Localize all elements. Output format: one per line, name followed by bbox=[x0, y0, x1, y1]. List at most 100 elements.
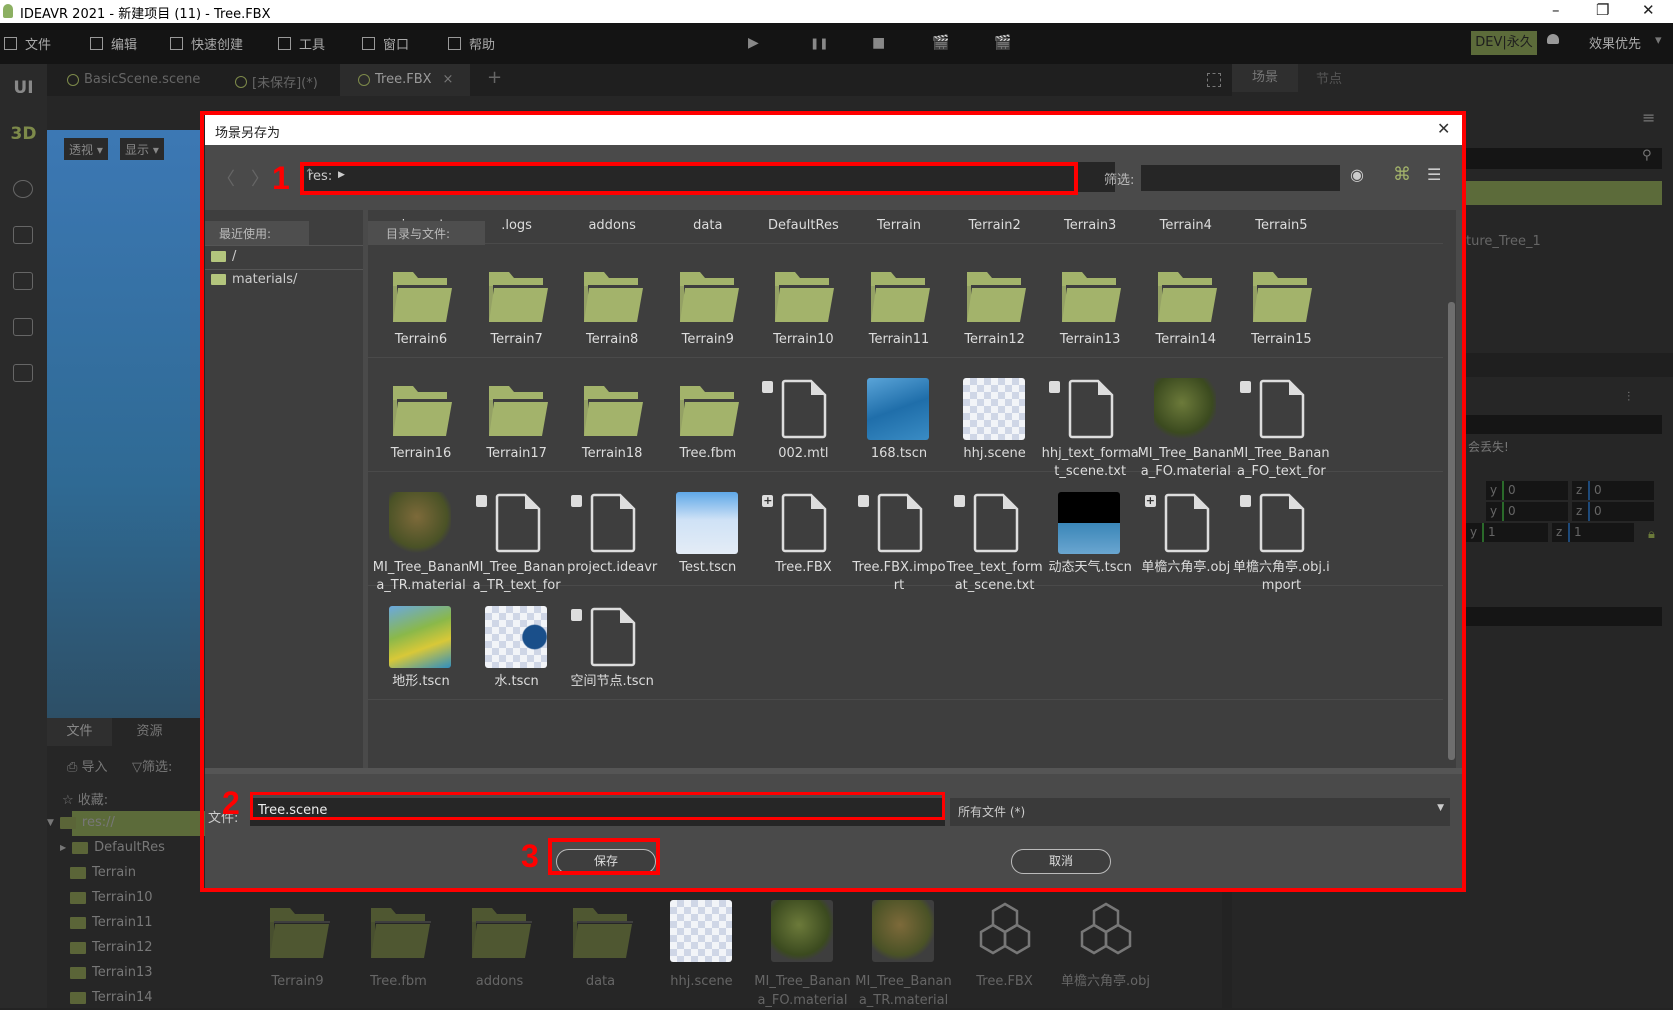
film-button[interactable]: 🎬 bbox=[994, 35, 1011, 51]
tree-item-root[interactable]: ▼ res:// bbox=[47, 815, 115, 830]
grid-view-icon[interactable]: ⌘ bbox=[1393, 164, 1411, 185]
minimize-button[interactable]: – bbox=[1552, 1, 1560, 19]
display-dropdown[interactable]: 显示 ▾ bbox=[120, 138, 164, 160]
file-item[interactable]: 168.tscn bbox=[848, 378, 950, 472]
tree-item[interactable]: Terrain bbox=[70, 865, 136, 880]
tree-item[interactable]: ▶ DefaultRes bbox=[60, 840, 165, 855]
cancel-button[interactable]: 取消 bbox=[1011, 849, 1111, 874]
perspective-dropdown[interactable]: 透视 ▾ bbox=[64, 138, 108, 160]
background-file-item[interactable]: Tree.FBX bbox=[954, 900, 1055, 1000]
file-item[interactable]: 地形.tscn bbox=[370, 606, 472, 700]
inspector-dropdown[interactable] bbox=[1462, 607, 1662, 626]
file-item[interactable]: Terrain2 bbox=[944, 210, 1046, 244]
vector-field[interactable]: y0 bbox=[1486, 502, 1568, 521]
tab-tree-fbx[interactable]: Tree.FBX × bbox=[340, 64, 470, 96]
file-item[interactable]: Terrain17 bbox=[466, 378, 568, 472]
recent-item-root[interactable]: / bbox=[211, 249, 236, 264]
3d-mode-button[interactable]: 3D bbox=[0, 124, 47, 144]
tree-item[interactable]: Terrain12 bbox=[70, 940, 153, 955]
file-item[interactable]: Test.tscn bbox=[657, 492, 759, 586]
file-item[interactable]: Terrain11 bbox=[848, 264, 950, 358]
file-item[interactable]: MI_Tree_Banana_FO.material bbox=[1135, 378, 1237, 479]
film-play-button[interactable]: 🎬 bbox=[932, 35, 949, 51]
file-item[interactable]: + 单檐六角亭.obj bbox=[1135, 492, 1237, 586]
file-item[interactable]: Terrain15 bbox=[1230, 264, 1332, 358]
menu-edit[interactable]: 编辑 bbox=[90, 34, 137, 53]
inspector-search-input[interactable] bbox=[1462, 415, 1662, 434]
filter-button[interactable]: ▽筛选: bbox=[132, 756, 172, 775]
stop-button[interactable]: ■ bbox=[872, 35, 885, 51]
file-item[interactable]: hhj_text_format_scene.txt bbox=[1039, 378, 1141, 479]
file-item[interactable]: hhj.scene bbox=[944, 378, 1046, 472]
tab-resources[interactable]: 资源 bbox=[117, 718, 182, 746]
background-file-item[interactable]: data bbox=[550, 900, 651, 1000]
menu-window[interactable]: 窗口 bbox=[362, 34, 409, 53]
file-item[interactable]: 动态天气.tscn bbox=[1039, 492, 1141, 586]
pause-button[interactable]: ❚❚ bbox=[810, 37, 828, 50]
eye-icon[interactable]: ◉ bbox=[1350, 165, 1364, 184]
quality-dropdown[interactable]: 效果优先 bbox=[1589, 33, 1641, 52]
chevron-down-icon[interactable]: ▾ bbox=[1655, 33, 1662, 48]
vertical-scrollbar[interactable] bbox=[1448, 302, 1455, 760]
forward-button[interactable]: 〉 bbox=[251, 165, 269, 191]
filter-input[interactable] bbox=[1141, 165, 1340, 191]
tab-scene[interactable]: 场景 bbox=[1232, 64, 1298, 92]
filetype-dropdown[interactable]: 所有文件 (*) ▼ bbox=[950, 798, 1450, 826]
share-icon[interactable] bbox=[13, 318, 33, 336]
recent-item-materials[interactable]: materials/ bbox=[211, 272, 297, 287]
tree-item[interactable]: Terrain14 bbox=[70, 990, 153, 1005]
focus-icon[interactable] bbox=[1207, 73, 1221, 87]
menu-file[interactable]: 文件 bbox=[4, 34, 51, 53]
file-item[interactable]: + Tree.FBX bbox=[752, 492, 854, 586]
node-label[interactable]: ture_Tree_1 bbox=[1466, 234, 1541, 249]
import-button[interactable]: ⎙ 导入 bbox=[67, 756, 108, 775]
menu-help[interactable]: 帮助 bbox=[448, 34, 495, 53]
tree-item[interactable]: Terrain13 bbox=[70, 965, 153, 980]
background-file-item[interactable]: 单檐六角亭.obj bbox=[1055, 900, 1156, 1000]
menu-quick-create[interactable]: 快速创建 bbox=[170, 34, 243, 53]
file-item[interactable]: Terrain8 bbox=[561, 264, 663, 358]
scene-search-input[interactable] bbox=[1462, 148, 1662, 169]
vector-field[interactable]: y0 bbox=[1486, 481, 1568, 500]
file-item[interactable]: 空间节点.tscn bbox=[561, 606, 663, 700]
maximize-button[interactable]: ❐ bbox=[1596, 1, 1609, 19]
background-file-item[interactable]: MI_Tree_Banana_FO.material bbox=[752, 900, 853, 1008]
tab-files[interactable]: 文件 bbox=[47, 718, 112, 746]
file-item[interactable]: Terrain16 bbox=[370, 378, 472, 472]
file-item[interactable]: Terrain14 bbox=[1135, 264, 1237, 358]
file-item[interactable]: Tree.FBX.import bbox=[848, 492, 950, 593]
file-item[interactable]: MI_Tree_Banana_TR_text_for bbox=[466, 492, 568, 593]
file-item[interactable]: Terrain9 bbox=[657, 264, 759, 358]
file-item[interactable]: Terrain18 bbox=[561, 378, 663, 472]
tree-item[interactable]: Terrain11 bbox=[70, 915, 153, 930]
background-file-item[interactable]: MI_Tree_Banana_TR.material bbox=[853, 900, 954, 1008]
file-item[interactable]: addons bbox=[561, 210, 663, 244]
tab-unsaved[interactable]: [未保存](*) bbox=[235, 72, 318, 91]
vector-field[interactable]: z1 bbox=[1552, 523, 1634, 542]
file-item[interactable]: 单檐六角亭.obj.import bbox=[1230, 492, 1332, 593]
file-item[interactable]: Terrain13 bbox=[1039, 264, 1141, 358]
vector-field[interactable]: z0 bbox=[1572, 502, 1654, 521]
3d-viewport[interactable] bbox=[47, 130, 200, 718]
file-item[interactable]: project.ideavr bbox=[561, 492, 663, 586]
close-window-button[interactable]: ✕ bbox=[1642, 1, 1655, 19]
menu-icon[interactable]: ≡ bbox=[1642, 108, 1655, 127]
back-button[interactable]: 〈 bbox=[217, 165, 235, 191]
file-item[interactable]: data bbox=[657, 210, 759, 244]
file-item[interactable]: MI_Tree_Banana_FO_text_for bbox=[1230, 378, 1332, 479]
file-item[interactable]: Tree.fbm bbox=[657, 378, 759, 472]
file-item[interactable]: Terrain10 bbox=[752, 264, 854, 358]
file-item[interactable]: Terrain5 bbox=[1230, 210, 1332, 244]
file-item[interactable]: Terrain3 bbox=[1039, 210, 1141, 244]
background-file-item[interactable]: Tree.fbm bbox=[348, 900, 449, 1000]
play-button[interactable]: ▶ bbox=[748, 35, 759, 51]
graduation-cap-icon[interactable] bbox=[1547, 34, 1559, 44]
file-item[interactable]: MI_Tree_Banana_TR.material bbox=[370, 492, 472, 593]
tree-item[interactable]: Terrain10 bbox=[70, 890, 153, 905]
file-item[interactable]: Terrain4 bbox=[1135, 210, 1237, 244]
file-item[interactable]: DefaultRes bbox=[752, 210, 854, 244]
settings-box-icon[interactable] bbox=[13, 272, 33, 290]
vector-field[interactable]: y1 bbox=[1466, 523, 1548, 542]
path-icon[interactable] bbox=[13, 180, 33, 198]
file-item[interactable]: Terrain12 bbox=[944, 264, 1046, 358]
